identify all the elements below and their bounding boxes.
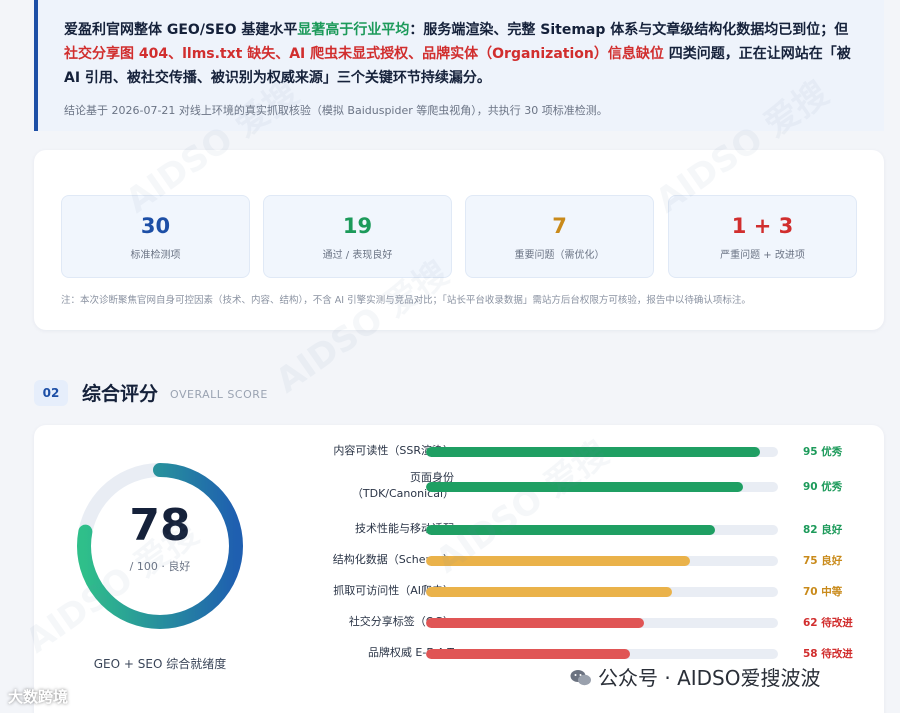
stat-value: 7 — [552, 214, 567, 238]
score-bar-track — [426, 556, 778, 566]
stat-important-issues: 7 重要问题（需优化） — [465, 195, 654, 278]
score-bar-fill — [426, 618, 645, 628]
score-bar-value: 90 优秀 — [803, 481, 843, 493]
score-bar-fill — [426, 649, 631, 659]
score-bar-fill — [426, 587, 673, 597]
score-bar-fill — [426, 525, 715, 535]
footer-right-watermark: 公众号 · AIDSO爱搜波波 — [570, 662, 821, 691]
score-bar-value: 82 良好 — [803, 524, 843, 536]
score-bar-track — [426, 482, 778, 492]
stat-value: 1 + 3 — [731, 214, 794, 238]
stat-value: 19 — [342, 214, 373, 238]
score-bar-track — [426, 649, 778, 659]
gauge-value: 78 — [129, 500, 191, 551]
score-bar-value: 95 优秀 — [803, 446, 843, 458]
score-bar-track — [426, 447, 778, 457]
footer-left-watermark: 大数跨境 — [8, 686, 68, 707]
section-title: 综合评分 — [82, 383, 159, 405]
summary-note: 结论基于 2026-07-21 对线上环境的真实抓取核验（模拟 Baiduspi… — [64, 104, 608, 117]
section-subtitle: OVERALL SCORE — [170, 388, 268, 401]
score-bar-fill — [426, 447, 761, 457]
summary-part-2: ：服务端渲染、完整 Sitemap 体系与文章级结构化数据均已到位；但 — [409, 22, 849, 38]
summary-banner: 爱盈利官网整体 GEO/SEO 基建水平显著高于行业平均：服务端渲染、完整 Si… — [34, 0, 884, 131]
stat-total-checks: 30 标准检测项 — [61, 195, 250, 278]
score-bar-value: 75 良好 — [803, 555, 843, 567]
score-bar-value: 62 待改进 — [803, 617, 853, 629]
stat-label: 严重问题 + 改进项 — [720, 250, 805, 261]
stat-label: 标准检测项 — [130, 250, 181, 261]
stat-label: 重要问题（需优化） — [514, 250, 605, 261]
summary-text: 爱盈利官网整体 GEO/SEO 基建水平显著高于行业平均：服务端渲染、完整 Si… — [64, 18, 860, 90]
score-bar-fill — [426, 556, 690, 566]
stat-passed: 19 通过 / 表现良好 — [263, 195, 452, 278]
score-bar-track — [426, 525, 778, 535]
score-bar-track — [426, 587, 778, 597]
summary-highlight-red: 社交分享图 404、llms.txt 缺失、AI 爬虫未显式授权、品牌实体（Or… — [64, 46, 664, 62]
stat-severe-issues: 1 + 3 严重问题 + 改进项 — [668, 195, 857, 278]
gauge-subtext: / 100 · 良好 — [129, 560, 191, 573]
summary-part-1: 爱盈利官网整体 GEO/SEO 基建水平 — [64, 22, 298, 38]
stat-value: 30 — [140, 214, 171, 238]
footer-right-text: 公众号 · AIDSO爱搜波波 — [598, 666, 821, 690]
section-number: 02 — [34, 380, 68, 406]
gauge-center: 78 / 100 · 良好 — [74, 460, 246, 632]
footer-left-text: 大数跨境 — [8, 688, 69, 706]
wechat-icon — [570, 668, 592, 686]
score-bar-value: 58 待改进 — [803, 648, 853, 660]
score-bar-fill — [426, 482, 743, 492]
gauge-caption: GEO + SEO 综合就绪度 — [93, 657, 227, 671]
stats-note: 注：本次诊断聚焦官网自身可控因素（技术、内容、结构），不含 AI 引擎实测与竞品… — [61, 295, 751, 306]
stats-card: 30 标准检测项 19 通过 / 表现良好 7 重要问题（需优化） 1 + 3 … — [34, 150, 884, 330]
stat-label: 通过 / 表现良好 — [322, 250, 393, 261]
score-bar-track — [426, 618, 778, 628]
score-bar-value: 70 中等 — [803, 586, 843, 598]
summary-highlight-green: 显著高于行业平均 — [297, 22, 410, 38]
